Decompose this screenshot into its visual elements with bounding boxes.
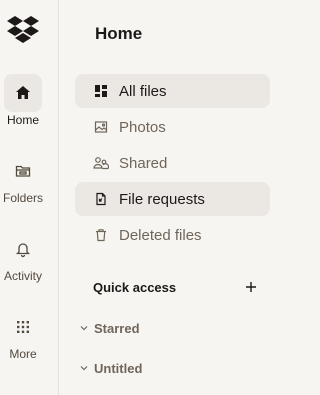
nav-label-all-files: All files	[119, 82, 167, 100]
left-rail: Home Folders Activity More	[0, 0, 59, 395]
rail-label-more: More	[9, 347, 37, 361]
nav-item-shared[interactable]: Shared	[75, 146, 270, 180]
rail-label-activity: Activity	[3, 269, 42, 283]
rail-item-folders[interactable]: Folders	[0, 152, 46, 205]
quick-access-title: Quick access	[93, 280, 177, 295]
nav-item-deleted-files[interactable]: Deleted files	[75, 218, 270, 252]
all-files-icon	[93, 83, 109, 99]
nav-label-file-requests: File requests	[119, 190, 205, 208]
bell-icon	[4, 230, 42, 268]
rail-label-folders: Folders	[2, 191, 43, 205]
rail-item-more[interactable]: More	[0, 308, 46, 361]
file-request-icon	[93, 191, 109, 207]
nav-item-all-files[interactable]: All files	[75, 74, 270, 108]
rail-item-activity[interactable]: Activity	[0, 230, 46, 283]
photo-icon	[93, 119, 109, 135]
nav-label-deleted-files: Deleted files	[119, 226, 202, 244]
grid-icon	[4, 308, 42, 346]
chevron-down-icon	[79, 363, 89, 373]
plus-icon	[246, 282, 256, 292]
nav-item-photos[interactable]: Photos	[75, 110, 270, 144]
quick-access-add-button[interactable]	[242, 278, 260, 296]
home-icon	[4, 74, 42, 112]
nav-item-file-requests[interactable]: File requests	[75, 182, 270, 216]
untitled-label: Untitled	[94, 360, 143, 376]
quick-access-untitled[interactable]: Untitled	[79, 358, 142, 378]
rail-label-home: Home	[6, 113, 39, 127]
shared-icon	[93, 155, 109, 171]
chevron-down-icon	[79, 323, 89, 333]
nav-label-photos: Photos	[119, 118, 166, 136]
page-title: Home	[95, 24, 143, 43]
home-panel: Home All files Photos Shared File reques…	[59, 0, 279, 395]
dropbox-logo-icon[interactable]	[6, 14, 40, 44]
nav-label-shared: Shared	[119, 154, 168, 172]
starred-label: Starred	[94, 320, 140, 336]
folder-icon	[4, 152, 42, 190]
trash-icon	[93, 227, 109, 243]
quick-access-starred[interactable]: Starred	[79, 318, 140, 338]
rail-item-home[interactable]: Home	[0, 74, 46, 127]
